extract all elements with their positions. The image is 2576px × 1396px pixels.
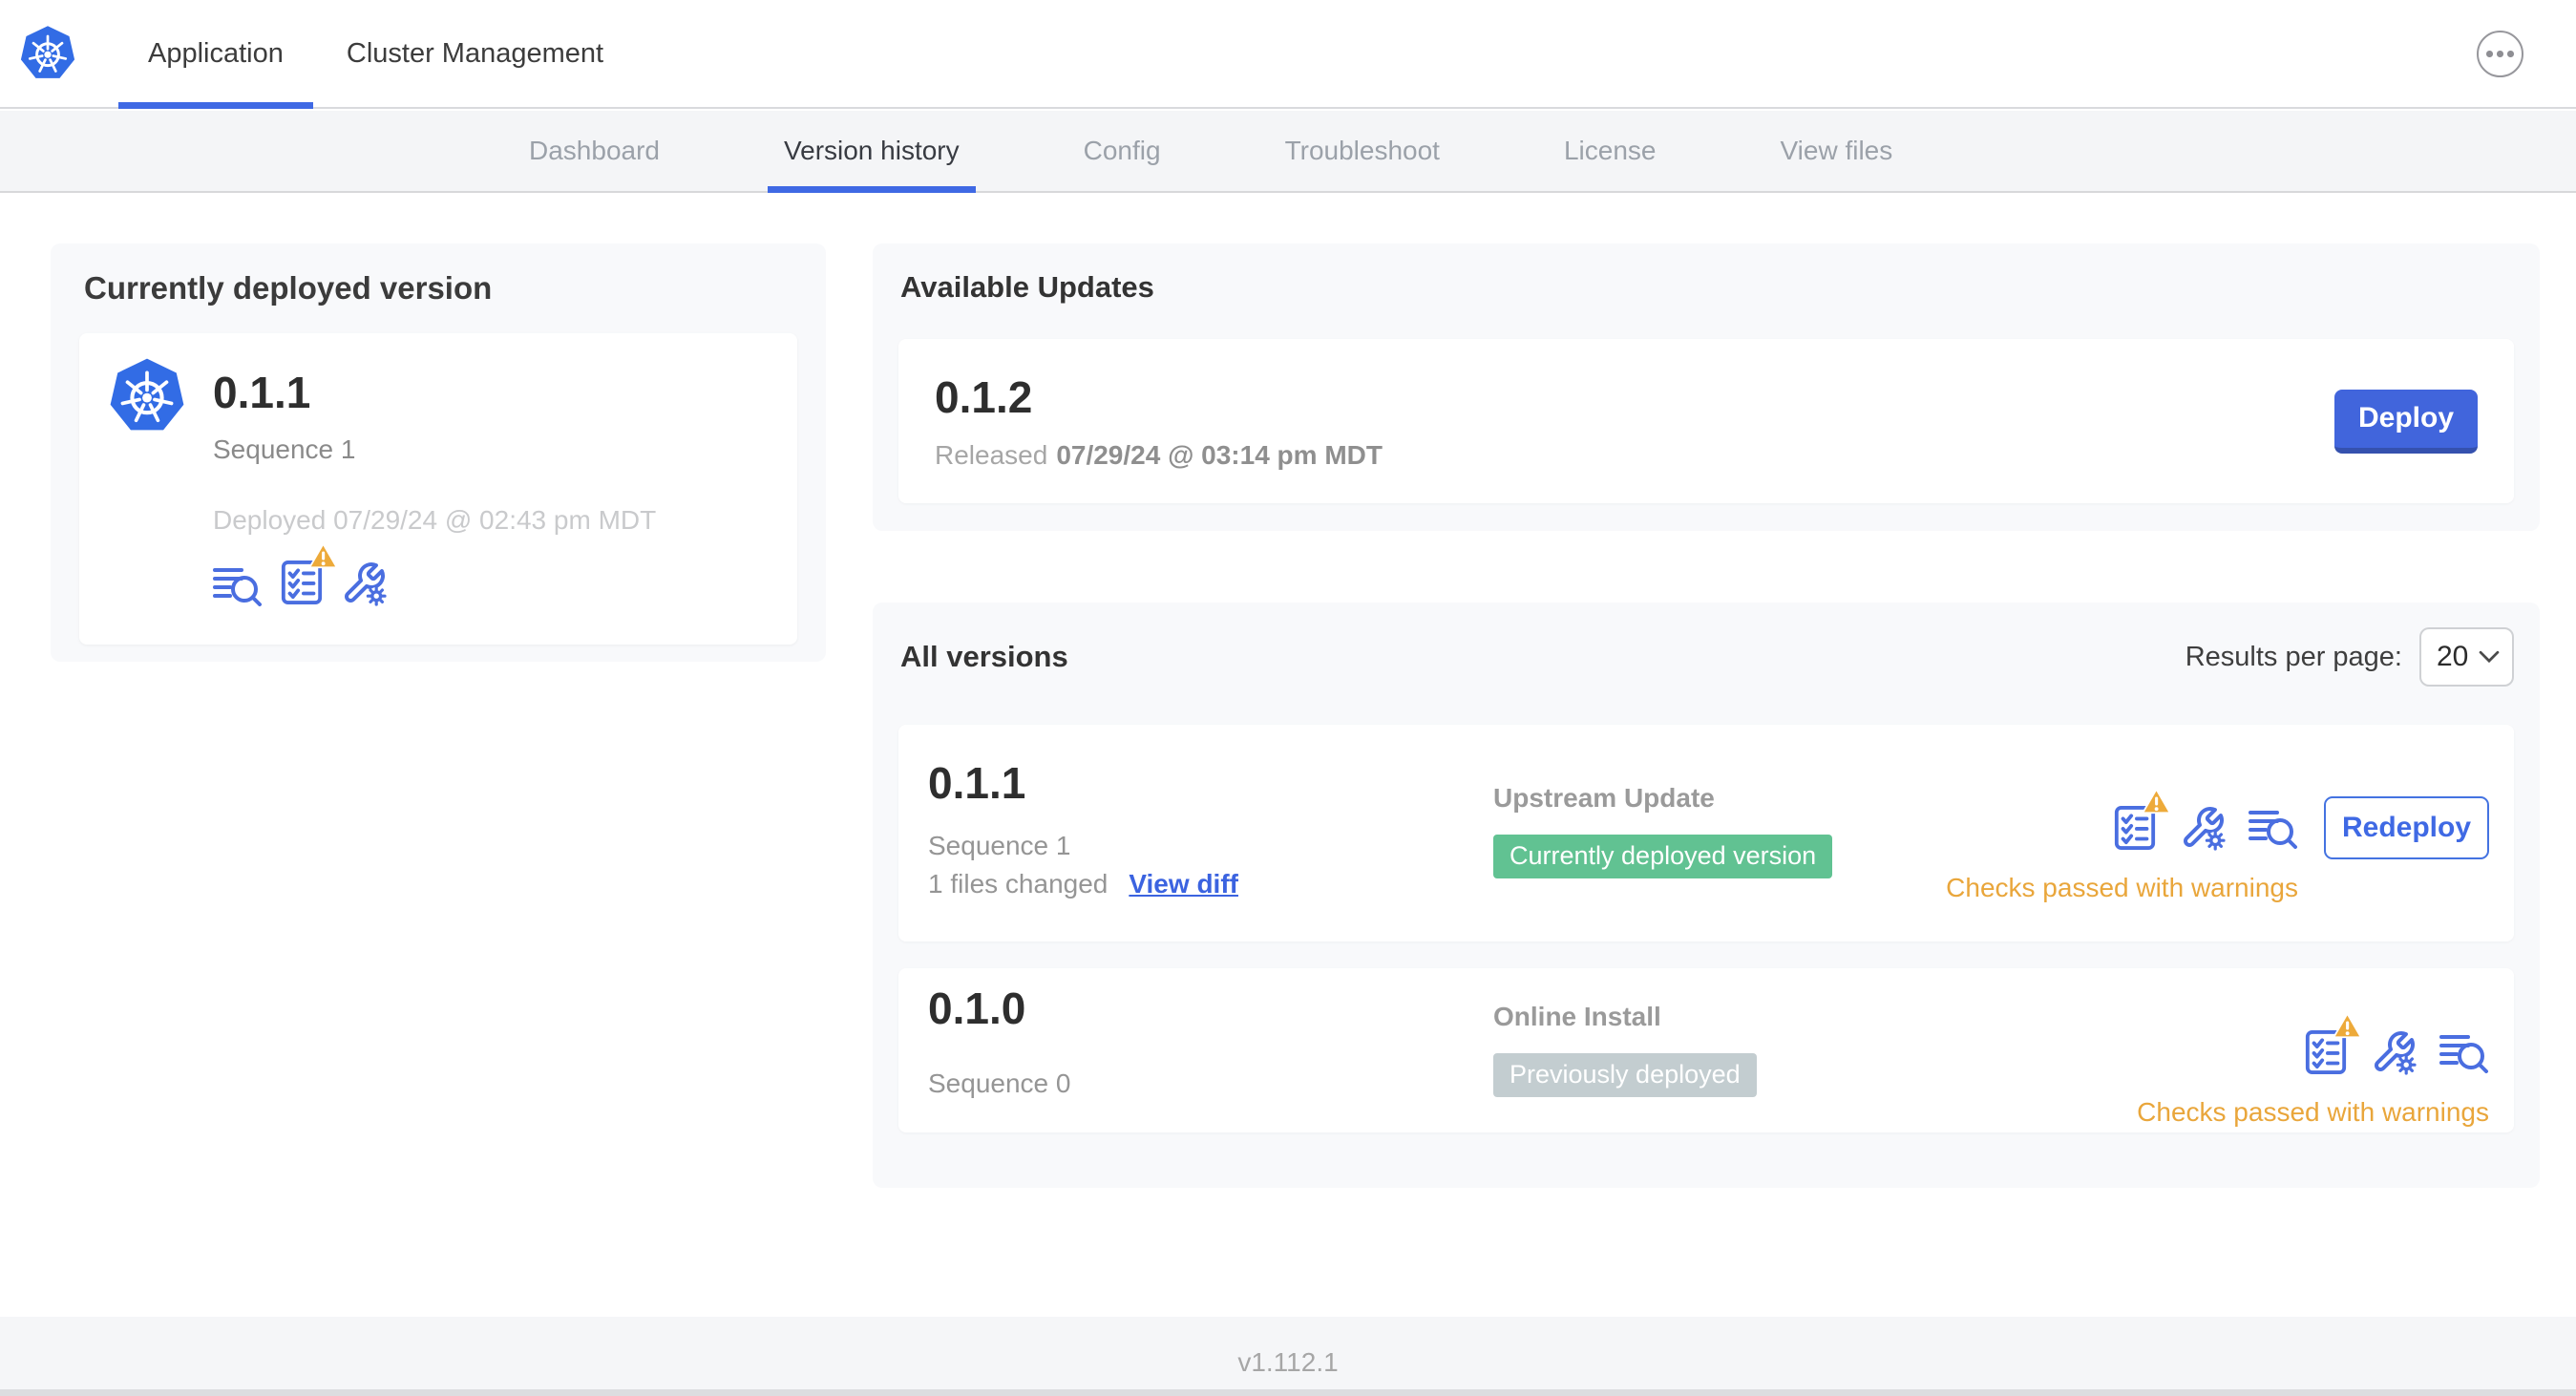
preflight-status-text: Checks passed with warnings [1946, 873, 2298, 902]
row-sequence: Sequence 0 [928, 1068, 1071, 1098]
kubernetes-app-icon [108, 357, 186, 435]
version-row-0-1-0: 0.1.0 Sequence 0 Online Install Previous… [898, 968, 2514, 1132]
tab-application-label: Application [148, 37, 284, 69]
active-tab-underline [118, 102, 313, 109]
tab-application[interactable]: Application [118, 0, 313, 109]
app-subnav: Dashboard Version history Config Trouble… [0, 111, 2576, 193]
row-version-number: 0.1.0 [928, 984, 1026, 1033]
edit-config-icon[interactable] [2180, 805, 2226, 851]
active-subnav-underline [767, 186, 976, 193]
kubernetes-logo-icon [19, 25, 76, 82]
update-released-line: Released 07/29/24 @ 03:14 pm MDT [935, 440, 1383, 470]
warning-triangle-icon [307, 541, 339, 569]
preflight-checks-icon[interactable] [2113, 787, 2172, 852]
subnav-tab-license[interactable]: License [1548, 111, 1673, 191]
subnav-tab-config[interactable]: Config [1067, 111, 1177, 191]
available-updates-title: Available Updates [900, 270, 1154, 304]
all-versions-title: All versions [900, 640, 1068, 673]
available-updates-card: Available Updates 0.1.2 Released 07/29/24… [873, 243, 2540, 531]
previously-deployed-badge: Previously deployed [1493, 1053, 1757, 1097]
files-changed-label: 1 files changed [928, 869, 1109, 899]
version-list: 0.1.1 Sequence 1 1 files changed View di… [898, 725, 2514, 1132]
ellipsis-icon [2486, 51, 2493, 57]
view-files-icon[interactable] [2439, 1031, 2489, 1073]
preflight-status-text: Checks passed with warnings [2137, 1097, 2489, 1127]
currently-deployed-title: Currently deployed version [84, 270, 493, 306]
subnav-tab-dashboard[interactable]: Dashboard [513, 111, 676, 191]
version-row-0-1-1: 0.1.1 Sequence 1 1 files changed View di… [898, 725, 2514, 941]
deployed-timestamp: Deployed 07/29/24 @ 02:43 pm MDT [213, 504, 657, 535]
preflight-checks-icon[interactable] [280, 541, 339, 606]
row-source-label: Online Install [1493, 1002, 1661, 1031]
deploy-button[interactable]: Deploy [2334, 389, 2478, 454]
admin-console-version: v1.112.1 [1237, 1347, 1339, 1377]
tab-cluster-management-label: Cluster Management [346, 37, 604, 69]
more-options-button[interactable] [2477, 31, 2523, 77]
edit-config-icon[interactable] [341, 561, 387, 606]
row-sequence: Sequence 1 [928, 831, 1071, 860]
view-files-icon[interactable] [213, 564, 263, 606]
warning-triangle-icon [2141, 787, 2172, 814]
results-per-page-select[interactable]: 20 [2419, 627, 2514, 687]
results-per-page-value: 20 [2437, 641, 2469, 672]
footer: v1.112.1 [0, 1317, 2576, 1396]
subnav-tab-troubleshoot[interactable]: Troubleshoot [1269, 111, 1456, 191]
row-source-label: Upstream Update [1493, 783, 1715, 813]
update-version-number: 0.1.2 [935, 372, 1033, 422]
bottom-edge [0, 1389, 2576, 1396]
currently-deployed-card: Currently deployed version 0.1.1 Sequenc… [51, 243, 826, 662]
edit-config-icon[interactable] [2371, 1029, 2417, 1075]
subnav-tab-version-history[interactable]: Version history [767, 111, 976, 193]
top-bar: Application Cluster Management [0, 0, 2576, 109]
view-files-icon[interactable] [2249, 807, 2298, 849]
chevron-down-icon [2479, 650, 2500, 664]
update-released-date: 07/29/24 @ 03:14 pm MDT [1056, 440, 1383, 470]
row-version-number: 0.1.1 [928, 758, 1026, 808]
deployed-version-number: 0.1.1 [213, 368, 311, 417]
deployed-sequence: Sequence 1 [213, 434, 356, 464]
subnav-tab-view-files[interactable]: View files [1763, 111, 1909, 191]
currently-deployed-badge: Currently deployed version [1493, 835, 1833, 878]
view-diff-link[interactable]: View diff [1129, 868, 1238, 900]
update-row: 0.1.2 Released 07/29/24 @ 03:14 pm MDT De… [898, 339, 2514, 503]
tab-cluster-management[interactable]: Cluster Management [317, 0, 633, 107]
warning-triangle-icon [2332, 1011, 2363, 1039]
app-switcher-tabs: Application Cluster Management [118, 0, 633, 109]
deployed-version-panel: 0.1.1 Sequence 1 Deployed 07/29/24 @ 02:… [79, 333, 797, 645]
all-versions-card: All versions Results per page: 20 0.1.1 … [873, 603, 2540, 1188]
redeploy-button[interactable]: Redeploy [2324, 796, 2489, 859]
results-per-page-label: Results per page: [2185, 641, 2402, 672]
preflight-checks-icon[interactable] [2304, 1011, 2363, 1076]
app-page: Application Cluster Management Dashboard… [0, 0, 2576, 1396]
